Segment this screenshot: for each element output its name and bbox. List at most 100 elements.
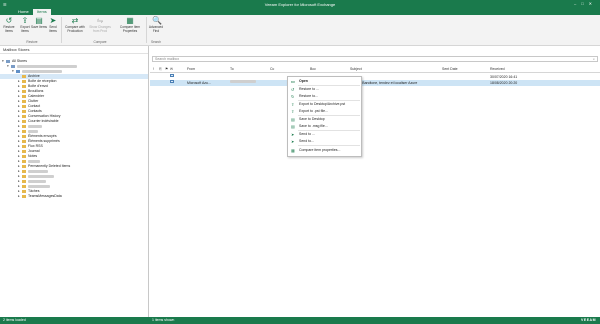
- folder-icon: [22, 184, 26, 188]
- redacted-text: [28, 159, 40, 163]
- folder-icon: [22, 129, 26, 133]
- menu-item-open[interactable]: ▭ Open: [288, 78, 361, 85]
- compare-icon: ▦: [291, 148, 295, 153]
- menu-item-save-msg[interactable]: ▤ Save to .msg file...: [288, 123, 361, 130]
- export-icon: ⇪: [21, 16, 29, 25]
- tree-node-folder[interactable]: ▸ TeamsMessagesData: [18, 194, 62, 199]
- ribbon-tabs: Home Items: [0, 8, 600, 15]
- menu-item-send-to[interactable]: ➤ Send to...: [288, 138, 361, 145]
- column-header-cc[interactable]: Cc: [270, 67, 274, 71]
- window-title: Veeam Explorer for Microsoft Exchange: [264, 1, 336, 7]
- send-items-button[interactable]: ➤ Send Items: [45, 17, 61, 33]
- folder-icon: [22, 189, 26, 193]
- ribbon-separator: [146, 17, 147, 43]
- compare-icon: ⇄: [71, 16, 79, 25]
- send-icon: ➤: [49, 16, 57, 25]
- type-column-icon[interactable]: ✉: [170, 67, 173, 71]
- folder-icon: [22, 84, 26, 88]
- ribbon-separator: [61, 17, 62, 43]
- folder-icon: [22, 179, 26, 183]
- find-icon: 🔍: [152, 16, 162, 25]
- redacted-text: [28, 174, 54, 178]
- folder-icon: [22, 149, 26, 153]
- folder-icon: [22, 134, 26, 138]
- folder-icon: [22, 144, 26, 148]
- redacted-text: [22, 69, 62, 73]
- column-header-sent-date[interactable]: Sent Date: [442, 67, 458, 71]
- window-controls[interactable]: –□✕: [574, 1, 597, 6]
- restore-to-icon: ↻: [291, 94, 295, 99]
- importance-column-icon[interactable]: !: [153, 67, 154, 71]
- menu-item-restore-to[interactable]: ↻ Restore to...: [288, 93, 361, 100]
- redacted-text: [28, 184, 50, 188]
- mailbox-icon: [16, 69, 20, 73]
- export-icon: ⇪: [291, 102, 295, 107]
- redacted-text: [28, 179, 46, 183]
- column-header-to[interactable]: To: [230, 67, 234, 71]
- group-label-restore: Restore: [26, 40, 38, 44]
- redacted-text: [17, 64, 77, 68]
- folder-icon: [22, 74, 26, 78]
- search-icon[interactable]: ⌕: [593, 57, 595, 61]
- export-pst-icon: ⇪: [291, 109, 295, 114]
- menu-separator: [298, 145, 360, 146]
- ribbon: ↺ Restore Items ⇪ Export Items ▤ Save It…: [0, 15, 600, 46]
- maximize-icon[interactable]: □: [581, 1, 588, 6]
- group-label-search: Search: [150, 40, 162, 44]
- advanced-find-button[interactable]: 🔍 Advanced Find: [148, 17, 164, 33]
- redacted-text: [28, 129, 38, 133]
- save-icon: ▤: [291, 117, 295, 122]
- folder-icon: [22, 164, 26, 168]
- column-header-subject[interactable]: Subject: [350, 67, 362, 71]
- folder-icon: [22, 104, 26, 108]
- folder-icon: [22, 79, 26, 83]
- restore-icon: ↺: [5, 16, 13, 25]
- status-items-loaded: 2 items loaded: [3, 318, 26, 322]
- mailbox-tree-pane: Mailbox Stores ▾ All Stores ▾ ▾ Archive ▸…: [0, 46, 149, 317]
- menu-item-send-to-original[interactable]: ➤ Send to ...: [288, 131, 361, 138]
- menu-item-restore-to-original[interactable]: ↺ Restore to ...: [288, 86, 361, 93]
- menu-item-export-pst[interactable]: ⇪ Export to .pst file...: [288, 108, 361, 115]
- restore-icon: ↺: [291, 87, 295, 92]
- flag-column-icon[interactable]: ⚑: [165, 67, 168, 71]
- redacted-text: [28, 124, 42, 128]
- folder-icon: [22, 89, 26, 93]
- veeam-logo: VEEAM: [581, 318, 596, 322]
- pane-header: Mailbox Stores: [0, 46, 148, 54]
- received-cell: 18/08/2020 20:20: [490, 81, 518, 85]
- column-header-received[interactable]: Received: [490, 67, 505, 71]
- restore-items-button[interactable]: ↺ Restore Items: [1, 17, 17, 33]
- properties-icon: ▦: [126, 16, 134, 25]
- store-icon: [6, 59, 10, 63]
- group-label-compare: Compare: [93, 40, 107, 44]
- table-row[interactable]: Microsoft Azu... Utilisez Bandtone, tend…: [150, 80, 600, 86]
- close-icon[interactable]: ✕: [589, 1, 597, 6]
- folder-icon: [22, 194, 26, 198]
- from-cell: Microsoft Azu...: [187, 81, 211, 85]
- folder-icon: [22, 119, 26, 123]
- folder-icon: [22, 94, 26, 98]
- folder-icon: [22, 109, 26, 113]
- column-header-bcc[interactable]: Bcc: [310, 67, 316, 71]
- folder-icon: [22, 169, 26, 173]
- menu-item-export-desktop[interactable]: ⇪ Export to Desktop\Archive.pst: [288, 101, 361, 108]
- folder-icon: [22, 124, 26, 128]
- menu-item-compare-properties[interactable]: ▦ Compare item properties...: [288, 147, 361, 154]
- title-bar: ☰ Veeam Explorer for Microsoft Exchange …: [0, 0, 600, 8]
- attachment-column-icon[interactable]: ⎘: [159, 67, 162, 71]
- compare-with-production-button[interactable]: ⇄ Compare with Production: [63, 17, 87, 33]
- folder-icon: [22, 154, 26, 158]
- send-to-icon: ➤: [291, 139, 295, 144]
- search-input[interactable]: Search mailbox ⌕: [152, 56, 598, 62]
- folder-icon: [22, 99, 26, 103]
- save-msg-icon: ▤: [291, 124, 295, 129]
- status-items-shown: 1 items shown: [152, 318, 175, 322]
- folder-icon: [22, 174, 26, 178]
- menu-item-save-desktop[interactable]: ▤ Save to Desktop: [288, 116, 361, 123]
- column-header-from[interactable]: From: [187, 67, 195, 71]
- compare-item-properties-button[interactable]: ▦ Compare Item Properties: [118, 17, 142, 33]
- show-changes-button[interactable]: ⇋ Show Changes from Prod: [88, 17, 112, 33]
- context-menu: ▭ Open ↺ Restore to ... ↻ Restore to... ⇪ Ex…: [287, 76, 362, 157]
- folder-icon: [22, 114, 26, 118]
- message-list-pane: Search mailbox ⌕ ! ⎘ ⚑ ✉ From To Cc Bcc …: [150, 46, 600, 317]
